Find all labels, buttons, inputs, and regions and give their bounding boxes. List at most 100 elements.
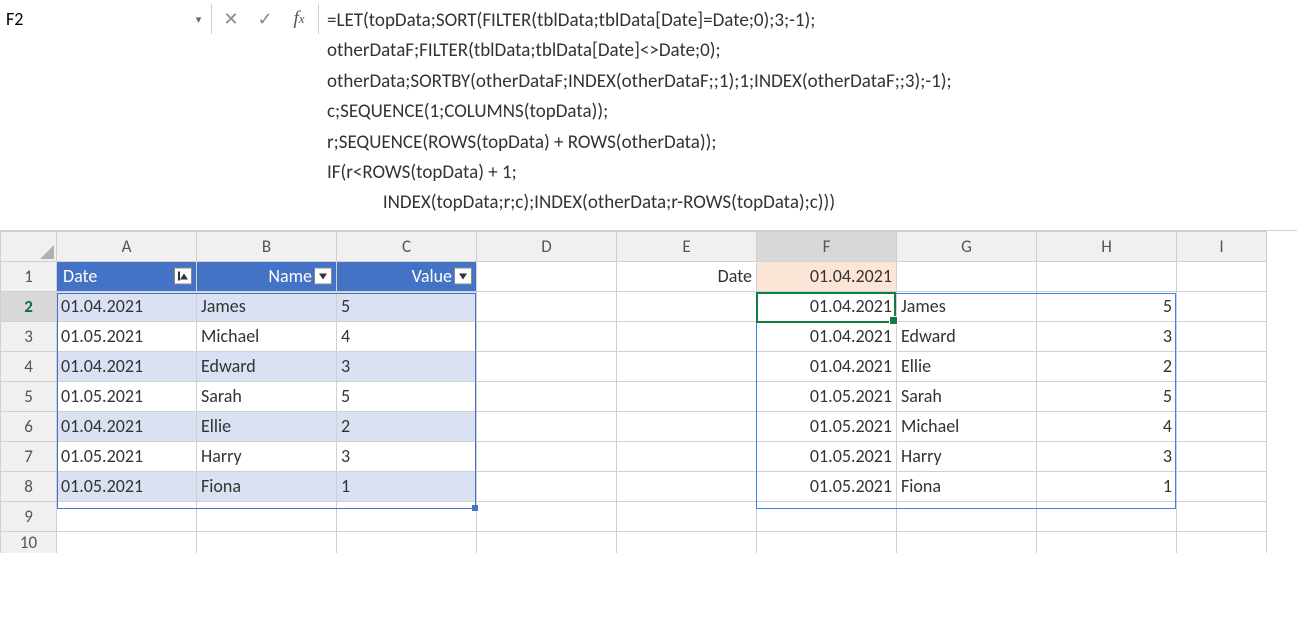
table-cell[interactable]: 5: [337, 381, 477, 411]
fx-icon[interactable]: fx: [286, 6, 312, 32]
result-cell[interactable]: 3: [1037, 441, 1177, 471]
result-cell[interactable]: 4: [1037, 411, 1177, 441]
col-header-A[interactable]: A: [57, 231, 197, 261]
table-cell[interactable]: 01.05.2021: [57, 321, 197, 351]
cell[interactable]: [757, 501, 897, 531]
lookup-label[interactable]: Date: [617, 261, 757, 291]
table-cell[interactable]: 01.04.2021: [57, 291, 197, 321]
cell[interactable]: [1177, 531, 1267, 553]
result-cell[interactable]: 01.04.2021: [757, 351, 897, 381]
cancel-icon[interactable]: ✕: [218, 6, 244, 32]
result-cell[interactable]: James: [897, 291, 1037, 321]
cell[interactable]: [617, 441, 757, 471]
cell[interactable]: [1177, 381, 1267, 411]
table-header-value[interactable]: Value: [337, 261, 477, 291]
result-cell[interactable]: 1: [1037, 471, 1177, 501]
table-cell[interactable]: 01.04.2021: [57, 351, 197, 381]
select-all-corner[interactable]: [1, 231, 57, 261]
col-header-H[interactable]: H: [1037, 231, 1177, 261]
cell[interactable]: [477, 531, 617, 553]
cell[interactable]: [617, 291, 757, 321]
cell[interactable]: [337, 531, 477, 553]
cell[interactable]: [197, 531, 337, 553]
table-cell[interactable]: Harry: [197, 441, 337, 471]
cell[interactable]: [197, 501, 337, 531]
table-cell[interactable]: 01.04.2021: [57, 411, 197, 441]
cell[interactable]: [477, 381, 617, 411]
col-header-G[interactable]: G: [897, 231, 1037, 261]
cell[interactable]: [1037, 531, 1177, 553]
table-cell[interactable]: James: [197, 291, 337, 321]
cell[interactable]: [617, 531, 757, 553]
name-box-input[interactable]: [6, 8, 192, 30]
cell[interactable]: [477, 501, 617, 531]
cell[interactable]: [617, 321, 757, 351]
row-header[interactable]: 8: [1, 471, 57, 501]
result-cell[interactable]: 01.05.2021: [757, 471, 897, 501]
cell[interactable]: [1177, 501, 1267, 531]
table-cell[interactable]: 3: [337, 441, 477, 471]
table-cell[interactable]: 2: [337, 411, 477, 441]
result-cell[interactable]: 01.04.2021: [757, 291, 897, 321]
result-cell[interactable]: Ellie: [897, 351, 1037, 381]
table-cell[interactable]: 3: [337, 351, 477, 381]
table-cell[interactable]: 01.05.2021: [57, 471, 197, 501]
col-header-I[interactable]: I: [1177, 231, 1267, 261]
row-header[interactable]: 9: [1, 501, 57, 531]
result-cell[interactable]: Michael: [897, 411, 1037, 441]
result-cell[interactable]: 3: [1037, 321, 1177, 351]
enter-icon[interactable]: ✓: [252, 6, 278, 32]
cell[interactable]: [1177, 351, 1267, 381]
col-header-C[interactable]: C: [337, 231, 477, 261]
filter-icon[interactable]: [454, 268, 472, 285]
cell[interactable]: [1177, 261, 1267, 291]
cell[interactable]: [1177, 441, 1267, 471]
row-header[interactable]: 4: [1, 351, 57, 381]
worksheet-grid[interactable]: A B C D E F G H I 1 Date Name Value: [0, 231, 1297, 553]
cell[interactable]: [617, 351, 757, 381]
cell[interactable]: [617, 411, 757, 441]
row-header[interactable]: 3: [1, 321, 57, 351]
cell[interactable]: [477, 411, 617, 441]
table-cell[interactable]: Michael: [197, 321, 337, 351]
result-cell[interactable]: 01.05.2021: [757, 441, 897, 471]
cell[interactable]: [617, 501, 757, 531]
cell[interactable]: [57, 531, 197, 553]
result-cell[interactable]: 5: [1037, 291, 1177, 321]
cell[interactable]: [757, 531, 897, 553]
cell[interactable]: [1037, 261, 1177, 291]
table-cell[interactable]: Sarah: [197, 381, 337, 411]
cell[interactable]: [57, 501, 197, 531]
result-cell[interactable]: 01.04.2021: [757, 321, 897, 351]
table-cell[interactable]: Ellie: [197, 411, 337, 441]
row-header[interactable]: 5: [1, 381, 57, 411]
name-box[interactable]: ▾: [0, 4, 212, 34]
cell[interactable]: [897, 531, 1037, 553]
cell[interactable]: [477, 471, 617, 501]
table-cell[interactable]: 01.05.2021: [57, 441, 197, 471]
table-cell[interactable]: 5: [337, 291, 477, 321]
col-header-F[interactable]: F: [757, 231, 897, 261]
chevron-down-icon[interactable]: ▾: [192, 12, 205, 26]
result-cell[interactable]: Sarah: [897, 381, 1037, 411]
row-header[interactable]: 10: [1, 531, 57, 553]
cell[interactable]: [617, 381, 757, 411]
filter-icon[interactable]: [314, 268, 332, 285]
result-cell[interactable]: 2: [1037, 351, 1177, 381]
cell[interactable]: [477, 261, 617, 291]
result-cell[interactable]: Fiona: [897, 471, 1037, 501]
table-header-date[interactable]: Date: [57, 261, 197, 291]
table-cell[interactable]: Fiona: [197, 471, 337, 501]
cell[interactable]: [1177, 321, 1267, 351]
table-cell[interactable]: 4: [337, 321, 477, 351]
result-cell[interactable]: 01.05.2021: [757, 411, 897, 441]
lookup-value[interactable]: 01.04.2021: [757, 261, 897, 291]
table-header-name[interactable]: Name: [197, 261, 337, 291]
cell[interactable]: [897, 261, 1037, 291]
result-cell[interactable]: 5: [1037, 381, 1177, 411]
table-cell[interactable]: Edward: [197, 351, 337, 381]
row-header[interactable]: 1: [1, 261, 57, 291]
col-header-E[interactable]: E: [617, 231, 757, 261]
result-cell[interactable]: Edward: [897, 321, 1037, 351]
cell[interactable]: [1037, 501, 1177, 531]
